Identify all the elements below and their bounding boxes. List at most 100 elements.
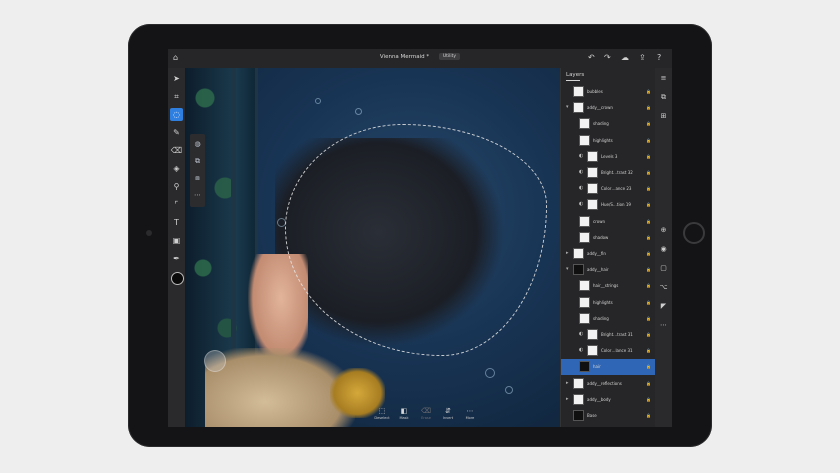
mask-button[interactable]: ◧ Mask (393, 406, 415, 421)
layer-name: crown (593, 218, 606, 224)
more-button[interactable]: ⋯ More (459, 406, 481, 421)
layer-property-icon[interactable]: ⌥ (657, 281, 670, 294)
layer-lock-icon[interactable]: 🔒 (646, 202, 651, 207)
layer-thumbnail (579, 296, 590, 308)
layer-expand-caret-icon[interactable]: ▾ (566, 266, 569, 272)
layer-row[interactable]: shading 🔒 (561, 311, 656, 327)
layer-row[interactable]: ◐ Bright…trast 31 🔒 (561, 327, 656, 343)
layer-lock-icon[interactable]: 🔒 (646, 154, 651, 159)
layer-expand-caret-icon[interactable]: ▸ (566, 396, 569, 402)
layer-lock-icon[interactable]: 🔒 (646, 121, 651, 126)
layer-lock-icon[interactable]: 🔒 (646, 138, 651, 143)
layer-row[interactable]: hair__strings 🔒 (561, 278, 656, 294)
layer-lock-icon[interactable]: 🔒 (646, 186, 651, 191)
layer-row[interactable]: ▸ addy__reflections 🔒 (561, 376, 656, 392)
layer-property-icon[interactable]: ≡ (657, 72, 670, 85)
image-tool[interactable]: ▣ (170, 234, 183, 247)
layer-property-icon[interactable]: ▢ (657, 262, 670, 275)
redo-icon[interactable]: ↷ (604, 53, 611, 63)
layer-row[interactable]: hair 🔒 (561, 359, 656, 376)
eyedropper-sample-tool[interactable]: ✒ (170, 252, 183, 265)
invert-label: Invert (442, 416, 454, 420)
color-swatch[interactable] (171, 272, 184, 285)
layer-row[interactable]: shadow 🔒 (561, 230, 656, 246)
modifier-touch-button[interactable] (204, 350, 226, 372)
layer-lock-icon[interactable]: 🔒 (646, 332, 651, 337)
layer-row[interactable]: bubbles 🔒 (561, 84, 656, 100)
layer-expand-caret-icon[interactable]: ▸ (566, 380, 569, 386)
layer-lock-icon[interactable]: 🔒 (646, 251, 651, 256)
layer-lock-icon[interactable]: 🔒 (646, 89, 651, 94)
eraser-tool[interactable]: ⌫ (170, 144, 183, 157)
layer-row[interactable]: Base 🔒 (561, 408, 656, 424)
lasso-tool[interactable]: ◌ (170, 108, 183, 121)
transform-tool[interactable]: ⌗ (170, 90, 183, 103)
layer-name: addy__reflections (587, 380, 622, 386)
layer-property-icon[interactable]: ⋯ (657, 319, 670, 332)
type-tool[interactable]: T (170, 216, 183, 229)
document-title[interactable]: Vienna Mermaid * (380, 54, 429, 60)
layer-lock-icon[interactable]: 🔒 (646, 283, 651, 288)
layer-thumbnail (573, 410, 584, 421)
layer-row[interactable]: crown 🔒 (561, 214, 656, 230)
layer-property-icon[interactable]: ⊕ (657, 224, 670, 237)
layer-property-icon[interactable]: ◤ (657, 300, 670, 313)
cloud-icon[interactable]: ☁ (621, 53, 629, 63)
fill-tool[interactable]: ◈ (170, 162, 183, 175)
layer-row[interactable]: ◐ Hue/S…tion 19 🔒 (561, 197, 656, 213)
layer-name: addy__hair (587, 267, 609, 273)
home-button[interactable] (683, 222, 705, 244)
help-icon[interactable]: ? (657, 53, 661, 63)
share-icon[interactable]: ⇪ (639, 53, 646, 63)
erase-button[interactable]: ⌫ Erase (415, 406, 437, 421)
layer-thumbnail (587, 183, 598, 195)
layer-name: Bright…trast 31 (601, 332, 633, 337)
layer-row[interactable]: shading 🔒 (561, 116, 656, 132)
subtool-icon[interactable]: ⧉ (193, 157, 202, 166)
layer-row[interactable]: ▾ addy__hair 🔒 (561, 262, 656, 278)
layer-row[interactable]: highlights 🔒 (561, 295, 656, 311)
layer-lock-icon[interactable]: 🔒 (646, 235, 651, 240)
brush-tool[interactable]: ✎ (170, 126, 183, 139)
layer-property-icon[interactable]: ⊞ (657, 110, 670, 123)
layer-lock-icon[interactable]: 🔒 (646, 381, 651, 386)
layer-lock-icon[interactable]: 🔒 (646, 397, 651, 402)
subtool-icon[interactable]: ⋯ (193, 191, 202, 200)
eyedropper-tool[interactable]: ⚲ (170, 180, 183, 193)
adjustment-layer-icon: ◐ (579, 152, 584, 159)
layer-row[interactable]: ◐ Levels 3 🔒 (561, 149, 656, 165)
layer-lock-icon[interactable]: 🔒 (646, 316, 651, 321)
layer-row[interactable]: ▸ addy__body 🔒 (561, 392, 656, 408)
deselect-button[interactable]: ⬚ Deselect (371, 406, 393, 421)
layer-name: hair__strings (593, 283, 619, 289)
layer-property-icon[interactable]: ⧉ (657, 91, 670, 104)
crop-tool[interactable]: ⌜ (170, 198, 183, 211)
layer-thumbnail (587, 199, 598, 211)
subtool-icon[interactable]: ◍ (193, 140, 202, 149)
move-tool[interactable]: ➤ (170, 72, 183, 85)
layer-lock-icon[interactable]: 🔒 (646, 364, 651, 369)
layer-lock-icon[interactable]: 🔒 (646, 300, 651, 305)
layer-row[interactable]: highlights 🔒 (561, 133, 656, 149)
utility-badge[interactable]: Utility (438, 53, 461, 60)
subtool-icon[interactable]: ⧈ (193, 174, 202, 183)
layer-row[interactable]: ▸ addy__fin 🔒 (561, 246, 656, 262)
layer-row[interactable]: ◐ Color…lance 31 🔒 (561, 343, 656, 359)
layer-expand-caret-icon[interactable]: ▾ (566, 104, 569, 110)
layer-lock-icon[interactable]: 🔒 (646, 413, 651, 418)
layer-lock-icon[interactable]: 🔒 (646, 170, 651, 175)
undo-icon[interactable]: ↶ (588, 53, 595, 63)
layer-expand-caret-icon[interactable]: ▸ (566, 250, 569, 256)
layer-lock-icon[interactable]: 🔒 (646, 219, 651, 224)
invert-button[interactable]: ⇵ Invert (437, 406, 459, 421)
canvas[interactable]: ⬚ Deselect ◧ Mask ⌫ Erase ⇵ Invert ⋯ More (185, 68, 560, 427)
layer-row[interactable]: ◐ Bright…trast 32 🔒 (561, 165, 656, 181)
layer-row[interactable]: ▾ addy__crown 🔒 (561, 100, 656, 116)
layer-row[interactable]: ◐ Color…ance 23 🔒 (561, 181, 656, 197)
layer-lock-icon[interactable]: 🔒 (646, 348, 651, 353)
erase-icon: ⌫ (421, 407, 431, 415)
layer-lock-icon[interactable]: 🔒 (646, 267, 651, 272)
layers-title-underline (566, 80, 580, 81)
layer-property-icon[interactable]: ◉ (657, 243, 670, 256)
layer-lock-icon[interactable]: 🔒 (646, 105, 651, 110)
